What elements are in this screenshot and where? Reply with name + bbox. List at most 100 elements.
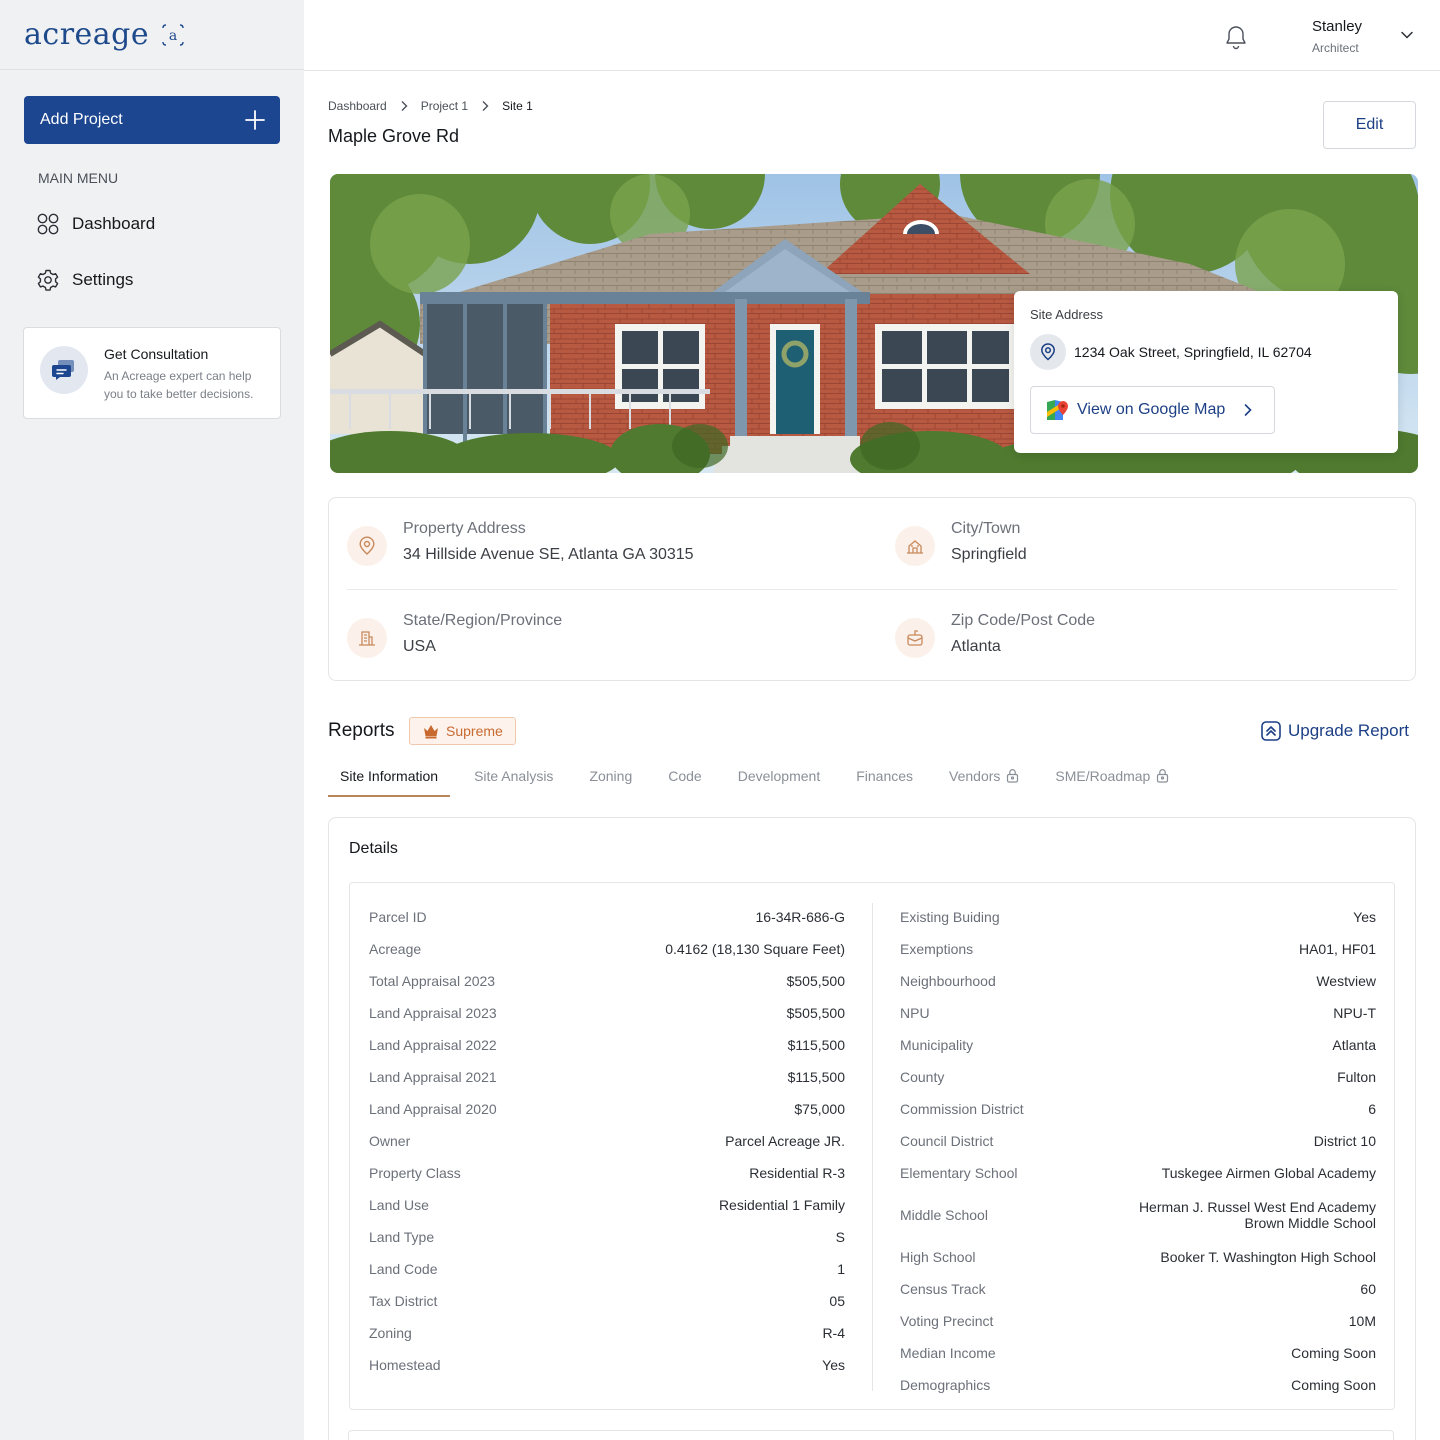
breadcrumb-project[interactable]: Project 1 — [421, 99, 468, 113]
detail-row: Owner Parcel Acreage JR. — [369, 1125, 845, 1157]
sidebar-item-settings[interactable]: Settings — [36, 268, 133, 292]
tab-zoning[interactable]: Zoning — [577, 768, 644, 797]
detail-value: Yes — [1353, 909, 1376, 925]
detail-row: Acreage 0.4162 (18,130 Square Feet) — [369, 933, 845, 965]
property-address-item: Property Address 34 Hillside Avenue SE, … — [347, 520, 694, 566]
property-info-card: Property Address 34 Hillside Avenue SE, … — [328, 497, 1416, 681]
detail-value: 16-34R-686-G — [755, 909, 846, 925]
chevron-right-icon — [480, 100, 490, 112]
detail-label: Neighbourhood — [900, 973, 996, 989]
tab-code[interactable]: Code — [656, 768, 713, 797]
detail-label: County — [900, 1069, 945, 1085]
detail-value: S — [835, 1229, 845, 1245]
user-role: Architect — [1312, 41, 1359, 55]
svg-text:a: a — [169, 28, 177, 44]
detail-value-line: Brown Middle School — [1244, 1215, 1376, 1231]
upgrade-icon — [1261, 721, 1281, 741]
tab-vendors[interactable]: Vendors — [937, 768, 1031, 797]
gear-icon — [37, 269, 59, 291]
detail-value: 60 — [1360, 1281, 1376, 1297]
chevron-down-icon[interactable] — [1400, 28, 1414, 42]
logo-mark-icon: a — [161, 23, 185, 47]
grid-icon — [37, 213, 59, 235]
breadcrumb-site[interactable]: Site 1 — [502, 99, 533, 113]
detail-label: Land Appraisal 2023 — [369, 1005, 497, 1021]
detail-label: NPU — [900, 1005, 930, 1021]
tab-site-analysis[interactable]: Site Analysis — [462, 768, 565, 797]
detail-row: Land Appraisal 2020 $75,000 — [369, 1093, 845, 1125]
detail-value: Residential 1 Family — [718, 1197, 845, 1213]
lock-icon — [1157, 769, 1169, 783]
detail-value-line: Herman J. Russel West End Academy — [1138, 1199, 1376, 1215]
breadcrumb-dashboard[interactable]: Dashboard — [328, 99, 387, 113]
sidebar-item-dashboard[interactable]: Dashboard — [36, 212, 155, 236]
upgrade-report-button[interactable]: Upgrade Report — [1260, 720, 1409, 742]
tab-development[interactable]: Development — [726, 768, 833, 797]
tab-sme-roadmap[interactable]: SME/Roadmap — [1043, 768, 1181, 797]
column-divider — [872, 903, 873, 1391]
detail-label: Voting Precinct — [900, 1313, 994, 1329]
detail-label: Median Income — [900, 1345, 996, 1361]
detail-row: Council District District 10 — [900, 1125, 1376, 1157]
zip-item: Zip Code/Post Code Atlanta — [895, 612, 1095, 658]
add-project-button[interactable]: Add Project — [24, 96, 280, 144]
detail-row: Parcel ID 16-34R-686-G — [369, 901, 845, 933]
divider — [347, 589, 1397, 590]
detail-row: Land Use Residential 1 Family — [369, 1189, 845, 1221]
detail-value: $115,500 — [787, 1037, 845, 1053]
google-maps-icon — [1047, 400, 1068, 420]
breadcrumb: Dashboard Project 1 Site 1 — [328, 99, 533, 113]
main-menu-label: MAIN MENU — [38, 170, 119, 186]
detail-label: Land Use — [369, 1197, 429, 1213]
detail-row: Census Track 60 — [900, 1273, 1376, 1305]
details-table: Parcel ID 16-34R-686-G Acreage 0.4162 (18,1… — [349, 882, 1395, 1410]
detail-label: Municipality — [900, 1037, 974, 1053]
edit-button[interactable]: Edit — [1323, 101, 1416, 149]
state-item: State/Region/Province USA — [347, 612, 562, 658]
detail-value: 6 — [1368, 1101, 1376, 1117]
detail-row: Demographics Coming Soon — [900, 1369, 1376, 1401]
tab-finances[interactable]: Finances — [844, 768, 925, 797]
location-pin-icon — [347, 526, 387, 566]
user-name[interactable]: Stanley — [1312, 18, 1362, 35]
detail-value: Residential R-3 — [749, 1165, 845, 1181]
supreme-badge-label: Supreme — [446, 723, 503, 739]
top-bar: Stanley Architect — [304, 0, 1440, 71]
mailbox-icon — [895, 618, 935, 658]
detail-row: Median Income Coming Soon — [900, 1337, 1376, 1369]
detail-label: Land Appraisal 2020 — [369, 1101, 497, 1117]
lock-icon — [1007, 769, 1019, 783]
bell-icon[interactable] — [1224, 24, 1248, 50]
detail-label: Land Type — [369, 1229, 435, 1245]
site-address-label: Site Address — [1030, 307, 1103, 322]
tab-site-information[interactable]: Site Information — [328, 768, 451, 797]
report-tabs: Site Information Site Analysis Zoning Co… — [328, 768, 1193, 797]
chevron-right-icon — [399, 100, 409, 112]
site-address-card: Site Address 1234 Oak Street, Springfiel… — [1014, 291, 1398, 453]
zip-label: Zip Code/Post Code — [951, 612, 1096, 629]
logo[interactable]: acreage a — [0, 0, 304, 70]
detail-row: Middle School Herman J. Russel West End A… — [900, 1189, 1376, 1241]
detail-label: High School — [900, 1249, 976, 1265]
sidebar-item-label: Dashboard — [72, 214, 156, 233]
detail-row: Land Type S — [369, 1221, 845, 1253]
details-card: Details Parcel ID 16-34R-686-G Acreage 0.41… — [328, 817, 1416, 1440]
detail-row: Elementary School Tuskegee Airmen Global … — [900, 1157, 1376, 1189]
detail-value: Coming Soon — [1291, 1345, 1376, 1361]
get-consultation-card[interactable]: Get Consultation An Acreage expert can h… — [23, 327, 281, 419]
detail-label: Homestead — [369, 1357, 441, 1373]
detail-row: Land Appraisal 2022 $115,500 — [369, 1029, 845, 1061]
details-left-column: Parcel ID 16-34R-686-G Acreage 0.4162 (18,1… — [369, 901, 845, 1381]
detail-label: Parcel ID — [369, 909, 427, 925]
detail-label: Demographics — [900, 1377, 991, 1393]
detail-label: Commission District — [900, 1101, 1024, 1117]
consultation-desc-line1: An Acreage expert can help — [104, 369, 252, 383]
detail-label: Middle School — [900, 1207, 988, 1223]
detail-value: $75,000 — [794, 1101, 845, 1117]
detail-label: Total Appraisal 2023 — [369, 973, 496, 989]
detail-row: Exemptions HA01, HF01 — [900, 933, 1376, 965]
view-google-map-button[interactable]: View on Google Map — [1030, 386, 1275, 434]
detail-label: Land Code — [369, 1261, 438, 1277]
detail-row: County Fulton — [900, 1061, 1376, 1093]
detail-row: Commission District 6 — [900, 1093, 1376, 1125]
